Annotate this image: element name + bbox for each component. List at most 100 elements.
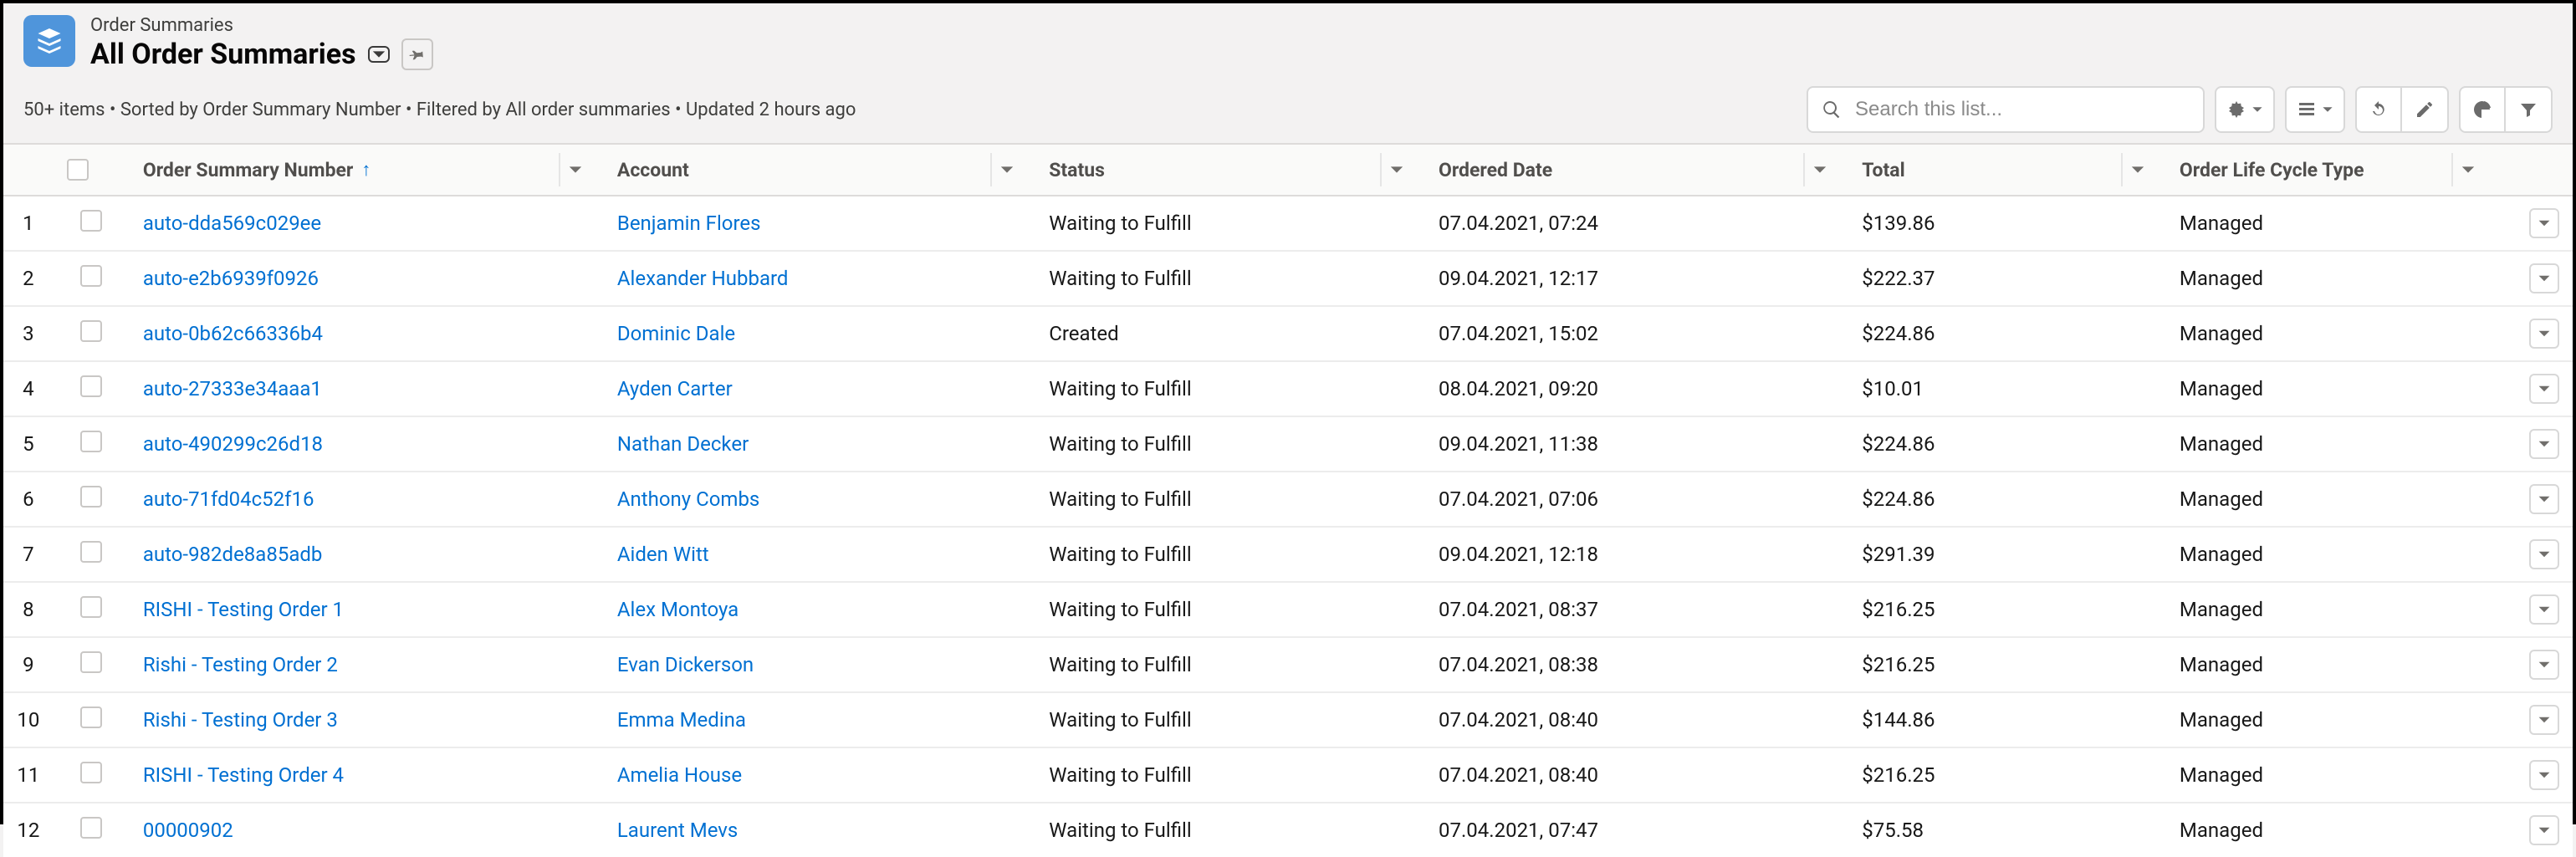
row-actions-button[interactable] [2529, 429, 2559, 459]
refresh-button[interactable] [2355, 86, 2402, 133]
total-cell: $291.39 [1848, 527, 2166, 582]
row-actions-button[interactable] [2529, 208, 2559, 238]
row-number: 2 [3, 251, 54, 306]
account-link[interactable]: Dominic Dale [617, 322, 735, 345]
total-cell: $216.25 [1848, 637, 2166, 692]
row-checkbox[interactable] [80, 431, 102, 452]
filters-button[interactable] [2506, 86, 2553, 133]
table-row: 10Rishi - Testing Order 3Emma MedinaWait… [3, 692, 2573, 747]
search-input[interactable] [1807, 86, 2205, 133]
order-summary-link[interactable]: auto-71fd04c52f16 [143, 487, 314, 511]
column-account[interactable]: Account [604, 144, 1035, 196]
row-number: 1 [3, 196, 54, 251]
row-actions-button[interactable] [2529, 594, 2559, 625]
account-link[interactable]: Alexander Hubbard [617, 267, 789, 290]
order-summary-link[interactable]: Rishi - Testing Order 3 [143, 708, 338, 732]
column-menu-icon[interactable] [2451, 153, 2483, 186]
status-cell: Waiting to Fulfill [1035, 582, 1425, 637]
row-checkbox[interactable] [80, 320, 102, 342]
list-view-name[interactable]: All Order Summaries [90, 38, 356, 71]
order-summary-link[interactable]: Rishi - Testing Order 2 [143, 653, 338, 676]
column-select-all[interactable] [54, 144, 130, 196]
column-menu-icon[interactable] [559, 153, 590, 186]
order-summary-link[interactable]: auto-27333e34aaa1 [143, 377, 322, 400]
order-summary-link[interactable]: RISHI - Testing Order 4 [143, 763, 344, 787]
row-checkbox[interactable] [80, 375, 102, 397]
account-link[interactable]: Evan Dickerson [617, 653, 754, 676]
life-cycle-cell: Managed [2166, 361, 2497, 416]
life-cycle-cell: Managed [2166, 747, 2497, 803]
display-as-button[interactable] [2285, 86, 2345, 133]
ordered-date-cell: 09.04.2021, 11:38 [1425, 416, 1848, 472]
account-link[interactable]: Amelia House [617, 763, 742, 787]
column-life-cycle[interactable]: Order Life Cycle Type [2166, 144, 2497, 196]
ordered-date-cell: 07.04.2021, 15:02 [1425, 306, 1848, 361]
row-checkbox[interactable] [80, 817, 102, 839]
row-checkbox[interactable] [80, 707, 102, 728]
order-summary-link[interactable]: auto-490299c26d18 [143, 432, 323, 456]
row-actions-button[interactable] [2529, 650, 2559, 680]
total-cell: $144.86 [1848, 692, 2166, 747]
table-row: 9Rishi - Testing Order 2Evan DickersonWa… [3, 637, 2573, 692]
row-actions-button[interactable] [2529, 374, 2559, 404]
account-link[interactable]: Aiden Witt [617, 543, 709, 566]
row-actions-button[interactable] [2529, 760, 2559, 790]
row-actions-button[interactable] [2529, 539, 2559, 569]
list-view-controls-button[interactable] [2215, 86, 2275, 133]
life-cycle-cell: Managed [2166, 637, 2497, 692]
life-cycle-cell: Managed [2166, 306, 2497, 361]
account-link[interactable]: Emma Medina [617, 708, 746, 732]
total-cell: $224.86 [1848, 306, 2166, 361]
column-menu-icon[interactable] [1803, 153, 1835, 186]
account-link[interactable]: Benjamin Flores [617, 212, 761, 235]
row-number: 11 [3, 747, 54, 803]
life-cycle-cell: Managed [2166, 803, 2497, 857]
account-link[interactable]: Anthony Combs [617, 487, 759, 511]
order-summary-link[interactable]: RISHI - Testing Order 1 [143, 598, 344, 621]
account-link[interactable]: Alex Montoya [617, 598, 739, 621]
object-label: Order Summaries [90, 15, 433, 36]
account-link[interactable]: Ayden Carter [617, 377, 733, 400]
status-cell: Waiting to Fulfill [1035, 692, 1425, 747]
status-cell: Waiting to Fulfill [1035, 416, 1425, 472]
charts-button[interactable] [2459, 86, 2506, 133]
row-checkbox[interactable] [80, 486, 102, 508]
column-menu-icon[interactable] [2121, 153, 2153, 186]
column-status[interactable]: Status [1035, 144, 1425, 196]
row-actions-button[interactable] [2529, 705, 2559, 735]
select-all-checkbox[interactable] [67, 159, 89, 181]
row-checkbox[interactable] [80, 651, 102, 673]
row-checkbox[interactable] [80, 541, 102, 563]
order-summary-link[interactable]: auto-982de8a85adb [143, 543, 323, 566]
life-cycle-cell: Managed [2166, 251, 2497, 306]
row-checkbox[interactable] [80, 265, 102, 287]
column-order-summary-number[interactable]: Order Summary Number↑ [130, 144, 604, 196]
order-summary-link[interactable]: auto-0b62c66336b4 [143, 322, 323, 345]
account-link[interactable]: Nathan Decker [617, 432, 749, 456]
row-checkbox[interactable] [80, 210, 102, 232]
list-view-picker[interactable] [368, 46, 390, 63]
account-link[interactable]: Laurent Mevs [617, 819, 738, 842]
column-menu-icon[interactable] [1380, 153, 1412, 186]
total-cell: $216.25 [1848, 582, 2166, 637]
column-ordered-date[interactable]: Ordered Date [1425, 144, 1848, 196]
ordered-date-cell: 07.04.2021, 07:06 [1425, 472, 1848, 527]
row-actions-button[interactable] [2529, 319, 2559, 349]
order-summary-link[interactable]: auto-e2b6939f0926 [143, 267, 319, 290]
life-cycle-cell: Managed [2166, 692, 2497, 747]
order-summary-link[interactable]: auto-dda569c029ee [143, 212, 321, 235]
row-number: 4 [3, 361, 54, 416]
row-actions-button[interactable] [2529, 815, 2559, 845]
column-menu-icon[interactable] [990, 153, 1022, 186]
edit-list-button[interactable] [2402, 86, 2449, 133]
row-number: 3 [3, 306, 54, 361]
row-actions-button[interactable] [2529, 484, 2559, 514]
row-checkbox[interactable] [80, 596, 102, 618]
order-summary-link[interactable]: 00000902 [143, 819, 233, 842]
row-checkbox[interactable] [80, 762, 102, 783]
row-actions-button[interactable] [2529, 263, 2559, 293]
life-cycle-cell: Managed [2166, 527, 2497, 582]
order-summaries-object-icon [23, 15, 75, 67]
pin-list-button[interactable] [401, 38, 433, 70]
column-total[interactable]: Total [1848, 144, 2166, 196]
